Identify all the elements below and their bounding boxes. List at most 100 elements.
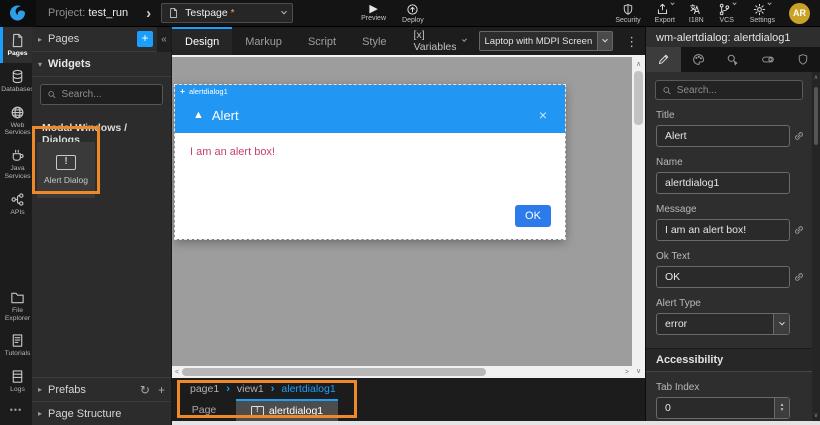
oktext-field[interactable] (656, 266, 790, 288)
rail-item-file-explorer[interactable]: File Explorer (0, 284, 32, 328)
top-right-toolbar: Security Export I18N VCS (615, 3, 820, 24)
tab-devices[interactable] (750, 47, 785, 72)
chevron-down-icon (462, 37, 467, 42)
alertdialog-preview[interactable]: + alertdialog1 ▲ Alert × I am an alert b… (175, 85, 565, 239)
move-icon: + (180, 86, 185, 96)
widgets-section-header[interactable]: ▾ Widgets (32, 52, 171, 77)
properties-panel-tabs (646, 47, 820, 72)
tab-properties[interactable] (646, 47, 681, 72)
more-options-button[interactable]: ⋮ (625, 35, 638, 48)
bind-oktext-icon[interactable] (790, 271, 808, 283)
pages-section-header[interactable]: ▸ Pages + « (32, 27, 171, 52)
device-selector[interactable]: Laptop with MDPI Screen (479, 31, 614, 51)
left-icon-rail: Pages Databases Web Services Java Servic… (0, 27, 32, 425)
tab-design[interactable]: Design (172, 27, 232, 55)
page-selector-dropdown[interactable]: Testpage * (161, 3, 293, 23)
tab-events[interactable] (716, 47, 751, 72)
bind-title-icon[interactable] (790, 130, 808, 142)
breadcrumb-alertdialog1[interactable]: alertdialog1 (281, 383, 335, 395)
collapse-panel-button[interactable]: « (157, 27, 171, 52)
security-button[interactable]: Security (615, 3, 640, 24)
tabindex-stepper[interactable]: ▴ ▾ (656, 397, 790, 419)
selection-tag[interactable]: + alertdialog1 (175, 85, 565, 97)
breadcrumb-separator: › (226, 383, 230, 395)
vertical-scroll-thumb[interactable] (634, 71, 643, 125)
close-icon[interactable]: × (539, 107, 547, 123)
properties-search-input[interactable] (677, 85, 796, 96)
settings-button[interactable]: Settings (750, 3, 775, 24)
widget-search[interactable] (40, 84, 163, 105)
cursor-magnifier-icon (726, 53, 739, 66)
rail-more-button[interactable]: ••• (0, 399, 32, 425)
canvas-area[interactable]: + alertdialog1 ▲ Alert × I am an alert b… (172, 57, 632, 366)
scroll-down-icon[interactable]: ∨ (814, 410, 818, 421)
wavemaker-logo[interactable] (0, 0, 36, 27)
properties-scrollbar[interactable]: ∧ ∨ (812, 72, 820, 421)
add-prefab-icon[interactable]: + (158, 383, 165, 397)
properties-search[interactable] (655, 80, 803, 100)
name-field[interactable] (656, 172, 790, 194)
tabindex-field[interactable] (657, 402, 774, 414)
scroll-up-icon[interactable]: ∧ (636, 57, 641, 71)
i18n-button[interactable]: I18N (689, 3, 704, 24)
properties-panel-title: wm-alertdialog: alertdialog1 (646, 27, 820, 47)
project-name: test_run (88, 7, 128, 19)
vcs-button[interactable]: VCS (718, 3, 736, 24)
alert-dialog-header[interactable]: ▲ Alert × (175, 97, 565, 133)
tab-styles[interactable] (681, 47, 716, 72)
title-field[interactable] (656, 125, 790, 147)
pages-icon (10, 33, 25, 48)
design-canvas[interactable]: + alertdialog1 ▲ Alert × I am an alert b… (172, 55, 645, 378)
refresh-prefabs-icon[interactable]: ↻ (140, 383, 150, 397)
properties-scroll-thumb[interactable] (814, 87, 818, 145)
tab-style[interactable]: Style (349, 27, 399, 55)
chevron-down-icon (779, 320, 785, 326)
variables-button[interactable]: [x] Variables (414, 29, 467, 53)
tab-script[interactable]: Script (295, 27, 349, 55)
rail-item-pages[interactable]: Pages (0, 27, 32, 63)
tab-markup[interactable]: Markup (232, 27, 295, 55)
prefabs-section-header[interactable]: ▸ Prefabs ↻ + (32, 377, 171, 401)
shield-icon (797, 53, 809, 66)
alerttype-select[interactable]: error (656, 313, 790, 335)
tab-alertdialog1[interactable]: ! alertdialog1 (236, 399, 338, 421)
export-button[interactable]: Export (655, 3, 675, 24)
stepper-down-icon[interactable]: ▾ (781, 408, 784, 413)
chevron-down-icon (768, 0, 772, 4)
rail-item-java-services[interactable]: Java Services (0, 142, 32, 186)
name-field-label: Name (656, 157, 802, 168)
bind-message-icon[interactable] (790, 224, 808, 236)
rail-item-apis[interactable]: APIs (0, 186, 32, 222)
rail-item-tutorials[interactable]: Tutorials (0, 327, 32, 363)
ok-button[interactable]: OK (515, 205, 551, 227)
project-page-separator: › (146, 5, 151, 22)
rail-item-web-services[interactable]: Web Services (0, 99, 32, 143)
rail-item-databases[interactable]: Databases (0, 63, 32, 99)
breadcrumb-view1[interactable]: view1 (237, 383, 264, 395)
scroll-up-icon[interactable]: ∧ (814, 72, 818, 83)
scroll-right-icon[interactable]: > (622, 369, 632, 376)
preview-button[interactable]: ▶ Preview (361, 4, 386, 22)
tab-security[interactable] (785, 47, 820, 72)
message-field[interactable] (656, 219, 790, 241)
tab-page[interactable]: Page (172, 399, 236, 421)
horizontal-scroll-thumb[interactable] (182, 368, 486, 376)
folder-icon (10, 290, 25, 305)
alert-dialog-widget[interactable]: ! Alert Dialog (37, 142, 95, 198)
breadcrumb-page1[interactable]: page1 (190, 383, 219, 395)
page-structure-section-header[interactable]: ▸ Page Structure (32, 401, 171, 425)
scroll-left-icon[interactable]: < (172, 369, 182, 376)
database-icon (10, 69, 25, 84)
user-avatar[interactable]: AR (789, 3, 810, 24)
rail-item-logs[interactable]: Logs (0, 363, 32, 399)
canvas-horizontal-scrollbar[interactable]: < > (172, 366, 632, 378)
chevron-down-icon (732, 0, 736, 4)
alert-dialog-icon: ! (251, 406, 264, 416)
center-area: Design Markup Script Style [x] Variables… (172, 27, 645, 421)
project-label: Project: test_run (48, 7, 128, 19)
canvas-vertical-scrollbar[interactable]: ∧ ∨ (632, 57, 645, 378)
scroll-down-icon[interactable]: ∨ (636, 364, 641, 378)
add-page-button[interactable]: + (137, 31, 153, 47)
deploy-button[interactable]: Deploy (402, 3, 424, 24)
widget-search-input[interactable] (62, 89, 156, 100)
